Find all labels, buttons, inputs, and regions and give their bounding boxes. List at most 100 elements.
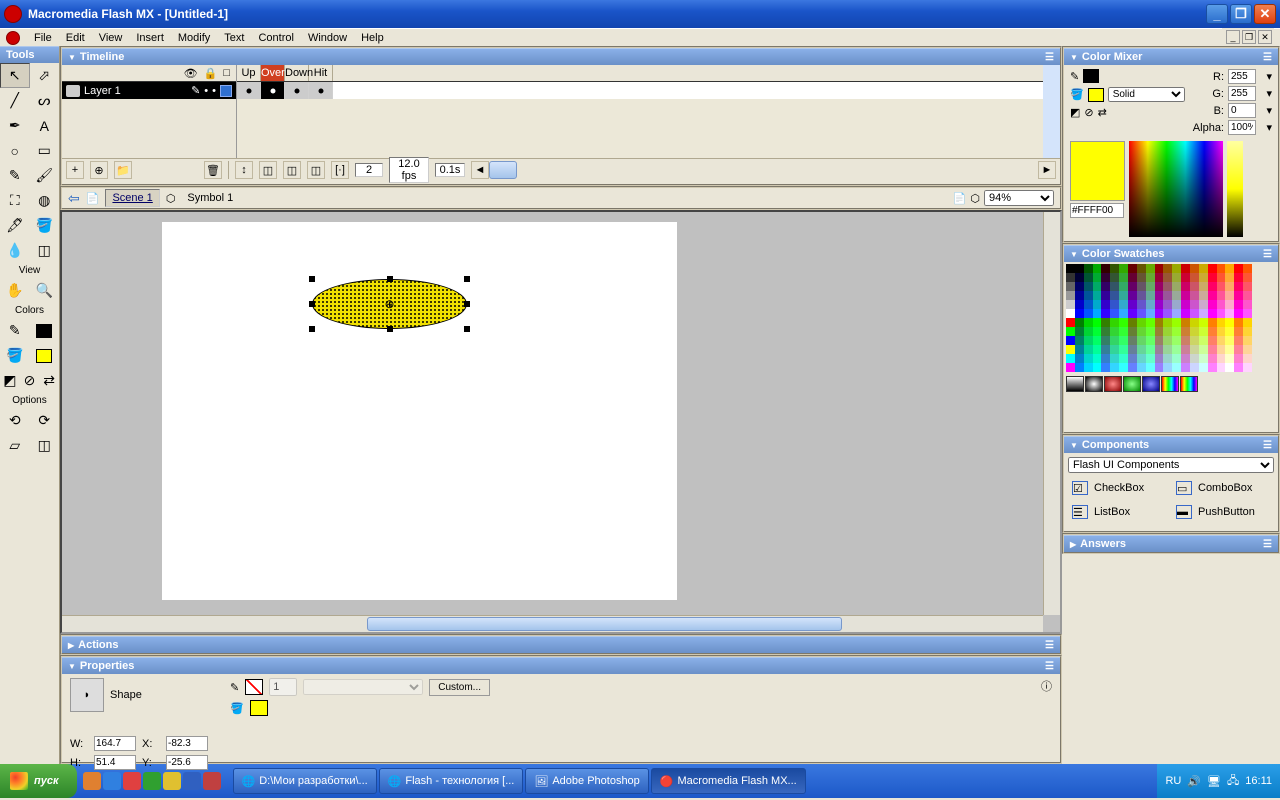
pen-tool[interactable]: ✒ <box>0 113 30 138</box>
alpha-input[interactable] <box>1228 120 1256 135</box>
straighten-option[interactable]: ▱ <box>0 433 30 458</box>
listbox-component[interactable]: ☰ListBox <box>1072 505 1166 519</box>
x-input[interactable] <box>166 736 208 751</box>
no-color-icon[interactable]: ⊘ <box>1084 106 1093 119</box>
eye-icon[interactable]: 👁 <box>184 67 198 80</box>
g-input[interactable] <box>1228 86 1256 101</box>
checkbox-component[interactable]: ☑CheckBox <box>1072 481 1166 495</box>
properties-header[interactable]: ▼Properties☰ <box>62 657 1060 674</box>
menu-insert[interactable]: Insert <box>136 32 164 44</box>
eraser-tool[interactable]: ◫ <box>30 238 60 263</box>
timeline-header[interactable]: ▼Timeline☰ <box>62 48 1060 65</box>
mdi-close-button[interactable]: ✕ <box>1258 30 1272 44</box>
frames-row[interactable] <box>237 82 1043 99</box>
menu-text[interactable]: Text <box>224 32 244 44</box>
line-tool[interactable]: ╱ <box>0 88 30 113</box>
center-frame-button[interactable]: ↕ <box>235 161 253 179</box>
close-button[interactable]: ✕ <box>1254 4 1276 24</box>
brush-tool[interactable]: 🖌 <box>30 163 60 188</box>
pushbutton-component[interactable]: ▬PushButton <box>1176 505 1270 519</box>
zoom-tool[interactable]: 🔍 <box>30 278 60 303</box>
onion-skin-button[interactable]: ◫ <box>259 161 277 179</box>
add-guide-button[interactable]: ⊕ <box>90 161 108 179</box>
fill-transform-tool[interactable]: ◍ <box>30 188 60 213</box>
system-tray[interactable]: RU 🔊 🖥 🖧 16:11 <box>1157 764 1280 798</box>
edit-symbol-button[interactable]: ⬡ <box>970 192 980 205</box>
snap-option[interactable]: ⟲ <box>0 408 30 433</box>
mdi-minimize-button[interactable]: _ <box>1226 30 1240 44</box>
y-input[interactable] <box>166 755 208 770</box>
hand-tool[interactable]: ✋ <box>0 278 30 303</box>
start-button[interactable]: пуск <box>0 764 77 798</box>
frame-ruler[interactable]: Up Over Down Hit <box>237 65 1043 82</box>
quick-launch[interactable] <box>77 772 227 790</box>
onion-outline-button[interactable]: ◫ <box>283 161 301 179</box>
edit-multiple-button[interactable]: ◫ <box>307 161 325 179</box>
paint-bucket-tool[interactable]: 🪣 <box>30 213 60 238</box>
lasso-tool[interactable]: ᔕ <box>30 88 60 113</box>
subselect-tool[interactable]: ⬀ <box>30 63 60 88</box>
pencil-tool[interactable]: ✎ <box>0 163 30 188</box>
maximize-button[interactable]: ❐ <box>1230 4 1252 24</box>
stage[interactable]: ⊕ <box>162 222 677 600</box>
mdi-restore-button[interactable]: ❐ <box>1242 30 1256 44</box>
fill-type-select[interactable]: Solid <box>1108 87 1185 102</box>
outline-icon[interactable]: □ <box>223 67 230 79</box>
modify-onion-button[interactable]: [·] <box>331 161 349 179</box>
menu-modify[interactable]: Modify <box>178 32 210 44</box>
component-set-select[interactable]: Flash UI Components <box>1068 457 1274 473</box>
answers-header[interactable]: ▶Answers☰ <box>1064 535 1278 552</box>
add-layer-button[interactable]: + <box>66 161 84 179</box>
gradient-swatches[interactable] <box>1066 376 1276 392</box>
components-header[interactable]: ▼Components☰ <box>1064 436 1278 453</box>
help-icon[interactable]: ⓘ <box>1041 678 1052 694</box>
rectangle-tool[interactable]: ▭ <box>30 138 60 163</box>
color-swatches-header[interactable]: ▼Color Swatches☰ <box>1064 245 1278 262</box>
task-item[interactable]: 🌐Flash - технология [... <box>379 768 524 794</box>
timeline-scrollbar-v[interactable] <box>1043 65 1060 158</box>
eyedropper-tool[interactable]: 💧 <box>0 238 30 263</box>
stage-scrollbar-h[interactable] <box>62 615 1043 632</box>
menu-edit[interactable]: Edit <box>66 32 85 44</box>
tools-header[interactable]: Tools <box>0 46 59 63</box>
text-tool[interactable]: A <box>30 113 60 138</box>
stroke-color-swatch[interactable] <box>30 318 60 343</box>
ink-bottle-tool[interactable]: 🖋 <box>0 213 30 238</box>
mixer-stroke-swatch[interactable] <box>1083 69 1099 83</box>
hex-input[interactable] <box>1070 203 1124 218</box>
scene-crumb[interactable]: Scene 1 <box>105 189 159 207</box>
clock[interactable]: 16:11 <box>1245 775 1272 787</box>
stage-area[interactable]: ⊕ <box>60 210 1062 634</box>
fill-color-swatch[interactable] <box>30 343 60 368</box>
menu-control[interactable]: Control <box>258 32 293 44</box>
add-folder-button[interactable]: 📁 <box>114 161 132 179</box>
task-item[interactable]: 🌐D:\Мои разработки\... <box>233 768 377 794</box>
swatch-palette[interactable] <box>1066 264 1252 372</box>
default-colors-icon[interactable]: ◩ <box>1070 106 1080 119</box>
menu-window[interactable]: Window <box>308 32 347 44</box>
value-slider[interactable] <box>1227 141 1243 237</box>
back-button[interactable]: ⇦ <box>68 190 80 207</box>
custom-button[interactable]: Custom... <box>429 679 490 696</box>
mixer-fill-swatch[interactable] <box>1088 88 1104 102</box>
selected-shape[interactable]: ⊕ <box>312 279 467 329</box>
scroll-right-button[interactable]: ► <box>1038 161 1056 179</box>
stroke-swatch[interactable] <box>245 679 263 695</box>
free-transform-tool[interactable]: ⛶ <box>0 188 30 213</box>
tray-icon[interactable]: 🖧 <box>1227 772 1239 791</box>
lock-icon[interactable]: 🔒 <box>204 67 218 80</box>
zoom-select[interactable]: 94% <box>984 190 1054 206</box>
rotate-option[interactable]: ◫ <box>30 433 60 458</box>
smooth-option[interactable]: ⟳ <box>30 408 60 433</box>
swap-colors-button[interactable]: ⇄ <box>39 368 59 393</box>
stage-scrollbar-v[interactable] <box>1043 212 1060 615</box>
r-input[interactable] <box>1228 69 1256 84</box>
task-item-active[interactable]: 🔴Macromedia Flash MX... <box>651 768 806 794</box>
arrow-tool[interactable]: ↖ <box>0 63 30 88</box>
edit-scene-button[interactable]: 📄 <box>953 192 967 205</box>
swap-colors-icon[interactable]: ⇄ <box>1098 106 1107 119</box>
menu-help[interactable]: Help <box>361 32 384 44</box>
color-mixer-header[interactable]: ▼Color Mixer☰ <box>1064 48 1278 65</box>
menu-file[interactable]: File <box>34 32 52 44</box>
oval-tool[interactable]: ○ <box>0 138 30 163</box>
